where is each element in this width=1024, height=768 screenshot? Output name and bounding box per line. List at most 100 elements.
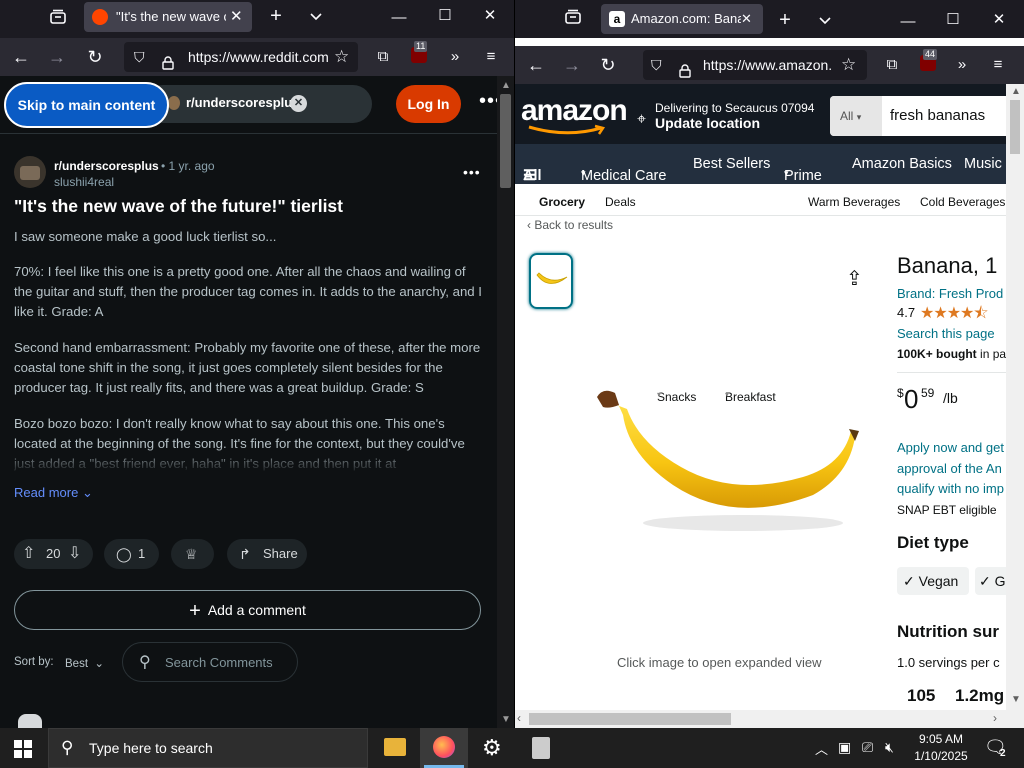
clock-date[interactable]: 1/10/2025 <box>912 749 970 763</box>
windows-start-icon[interactable] <box>14 740 32 763</box>
apply-line1[interactable]: Apply now and get <box>897 440 1004 455</box>
settings-gear-icon[interactable]: ⚙ <box>482 735 502 761</box>
nav-amazon-basics[interactable]: Amazon Basics <box>852 156 952 172</box>
tab-overview-icon[interactable] <box>563 9 583 31</box>
amazon-scrollbar[interactable]: ▲ ▼ <box>1006 84 1024 710</box>
subreddit-avatar[interactable] <box>14 156 46 188</box>
scroll-right-icon[interactable]: › <box>993 711 997 725</box>
close-window-icon[interactable]: ✕ <box>480 6 500 26</box>
tab-list-chevron-icon[interactable] <box>814 12 836 32</box>
hscroll-thumb[interactable] <box>529 713 731 725</box>
rating-value[interactable]: 4.7 <box>897 305 915 320</box>
clear-chip-icon[interactable]: ✕ <box>290 95 307 112</box>
maximize-icon[interactable]: ☐ <box>943 10 963 30</box>
tab-reddit[interactable]: "It's the new wave of t ✕ <box>84 2 252 32</box>
notepad-icon[interactable] <box>532 737 550 759</box>
subreddit-link[interactable]: r/underscoresplus <box>54 159 159 173</box>
post-author[interactable]: slushii4real <box>54 175 114 189</box>
subnav-cold-beverages[interactable]: Cold Beverages <box>920 195 1005 209</box>
minimize-icon[interactable]: — <box>898 12 918 32</box>
scroll-thumb[interactable] <box>500 94 511 188</box>
address-bar[interactable]: ⛉ https://www.amazon. ☆ <box>643 50 867 80</box>
share-button[interactable]: ↱ Share <box>227 539 307 569</box>
login-button[interactable]: Log In <box>396 85 461 123</box>
share-product-icon[interactable]: ⇪ <box>846 266 863 291</box>
scroll-down-icon[interactable]: ▼ <box>501 714 511 725</box>
ublock-extension-icon[interactable]: 44 <box>917 49 939 77</box>
skip-to-main-button[interactable]: Skip to main content <box>4 82 169 128</box>
post-options-icon[interactable]: ••• <box>463 164 481 180</box>
add-comment-button[interactable]: + Add a comment <box>14 590 481 630</box>
scroll-down-icon[interactable]: ▼ <box>1011 694 1021 705</box>
new-tab-icon[interactable]: + <box>774 10 796 30</box>
forward-icon[interactable]: → <box>561 55 583 75</box>
award-button[interactable]: ♕ <box>171 539 214 569</box>
nav-best-sellers[interactable]: Best Sellers <box>693 156 770 172</box>
diet-chip-vegan[interactable]: ✓ Vegan <box>897 567 969 595</box>
extensions-icon[interactable]: ⧉ <box>372 47 394 67</box>
reddit-search-box[interactable]: r/underscoresplus ✕ <box>144 85 372 123</box>
subnav-deals[interactable]: Deals <box>605 195 636 209</box>
app-menu-icon[interactable]: ≡ <box>987 55 1009 75</box>
search-comments-input[interactable]: ⚲ Search Comments <box>122 642 298 682</box>
file-explorer-icon[interactable] <box>384 738 406 756</box>
comments-button[interactable]: ◯ 1 <box>104 539 159 569</box>
nav-music[interactable]: Music <box>964 156 1002 172</box>
close-tab-icon[interactable]: ✕ <box>230 2 243 32</box>
clock-time[interactable]: 9:05 AM <box>916 732 966 746</box>
apply-line3[interactable]: qualify with no imp <box>897 481 1004 496</box>
overflow-chevrons-icon[interactable]: » <box>444 47 466 67</box>
app-menu-icon[interactable]: ≡ <box>480 47 502 67</box>
deliver-line2[interactable]: Update location <box>655 115 760 131</box>
ublock-extension-icon[interactable]: 11 <box>408 41 430 69</box>
subnav-warm-beverages[interactable]: Warm Beverages <box>808 195 900 209</box>
amazon-logo[interactable]: amazon <box>521 94 628 128</box>
subnav-grocery[interactable]: Grocery <box>539 195 585 209</box>
rating-stars-icon[interactable]: ★★★★⯪ <box>920 302 989 329</box>
banana-product-image[interactable] <box>593 385 863 535</box>
maximize-icon[interactable]: ☐ <box>435 6 455 26</box>
brand-link[interactable]: Brand: Fresh Prod <box>897 286 1003 301</box>
scroll-up-icon[interactable]: ▲ <box>501 80 511 91</box>
tab-overview-icon[interactable] <box>48 9 68 31</box>
extensions-icon[interactable]: ⧉ <box>881 55 903 75</box>
shield-icon[interactable]: ⛉ <box>134 42 145 72</box>
close-window-icon[interactable]: ✕ <box>989 10 1009 30</box>
downvote-icon[interactable]: ⇩ <box>68 539 81 569</box>
forward-icon[interactable]: → <box>46 47 68 67</box>
bookmark-star-icon[interactable]: ☆ <box>841 50 856 80</box>
reload-icon[interactable]: ↻ <box>597 55 619 75</box>
scroll-left-icon[interactable]: ‹ <box>517 711 521 725</box>
back-icon[interactable]: ← <box>10 47 32 67</box>
shield-icon[interactable]: ⛉ <box>651 50 662 80</box>
tab-list-chevron-icon[interactable] <box>305 8 327 28</box>
search-category-dropdown[interactable]: All ▾ <box>830 96 882 136</box>
tray-chevron-icon[interactable]: ︿ <box>815 739 828 758</box>
amazon-hscrollbar[interactable]: ‹ › <box>515 710 1024 728</box>
product-thumbnail[interactable] <box>529 253 573 309</box>
network-icon[interactable]: ⎚ <box>862 739 873 756</box>
taskbar-search[interactable]: ⚲ Type here to search <box>48 728 368 768</box>
search-this-page-link[interactable]: Search this page <box>897 326 995 341</box>
volume-muted-icon[interactable]: 🔇︎ <box>885 739 894 756</box>
deliver-line1[interactable]: Delivering to Secaucus 07094 <box>655 101 814 115</box>
back-icon[interactable]: ← <box>525 55 547 75</box>
back-to-results-link[interactable]: ‹ Back to results <box>527 218 613 232</box>
post-title[interactable]: "It's the new wave of the future!" tierl… <box>14 196 484 217</box>
bookmark-star-icon[interactable]: ☆ <box>334 42 349 72</box>
close-tab-icon[interactable]: ✕ <box>741 4 752 34</box>
overflow-chevrons-icon[interactable]: » <box>951 55 973 75</box>
address-bar[interactable]: ⛉ https://www.reddit.com ☆ <box>124 42 358 72</box>
upvote-icon[interactable]: ⇧ <box>22 539 35 569</box>
firefox-taskbar-button[interactable] <box>420 728 468 768</box>
read-more-link[interactable]: Read more ⌄ <box>14 485 93 501</box>
tab-amazon[interactable]: a Amazon.com: Banan ✕ <box>601 4 763 34</box>
scroll-up-icon[interactable]: ▲ <box>1011 86 1021 97</box>
reddit-scrollbar[interactable]: ▲ ▼ <box>497 76 514 728</box>
tray-app-icon[interactable]: ▣ <box>838 739 851 756</box>
new-tab-icon[interactable]: + <box>265 6 287 26</box>
sort-dropdown[interactable]: Best ⌄ <box>65 656 104 670</box>
amazon-search-box[interactable]: All ▾ fresh bananas <box>830 96 1006 136</box>
scroll-thumb[interactable] <box>1010 100 1020 154</box>
minimize-icon[interactable]: — <box>389 8 409 28</box>
